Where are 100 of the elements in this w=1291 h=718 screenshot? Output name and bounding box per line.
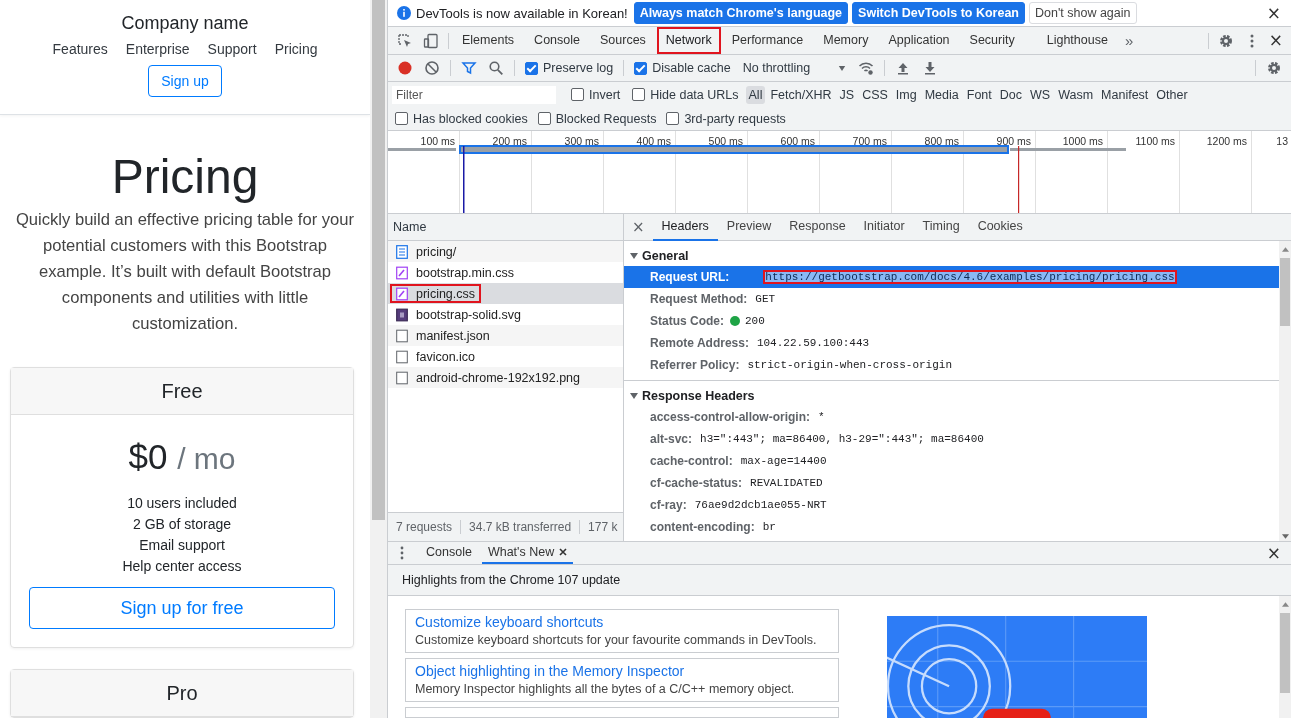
checkbox[interactable] <box>537 112 551 125</box>
scroll-down-icon[interactable] <box>1281 534 1289 539</box>
settings-icon[interactable] <box>1217 32 1234 49</box>
checkbox[interactable] <box>632 88 646 101</box>
column-header[interactable]: Name <box>388 214 623 241</box>
type-filter-button[interactable]: Wasm <box>1055 85 1097 104</box>
header-row[interactable]: alt-svc: h3=":443"; ma=86400, h3-29=":443"; ma=86400 <box>624 428 1279 450</box>
panel-tab[interactable]: Application <box>879 27 959 54</box>
checkbox[interactable] <box>571 88 584 101</box>
feature-card[interactable]: Customize keyboard shortcuts Customize keyboard shortcuts for your favourite commands in DevTools. <box>405 609 839 653</box>
scroll-thumb[interactable] <box>1280 613 1290 693</box>
request-row[interactable]: manifest.json <box>388 325 623 346</box>
close-icon[interactable] <box>559 548 568 556</box>
request-row[interactable]: android-chrome-192x192.png <box>388 367 623 388</box>
checkbox[interactable] <box>525 61 538 75</box>
selected-header-row[interactable]: Request URL: https://getbootstrap.com/docs/4.6/examples/pricing/pricing.css <box>624 266 1279 288</box>
request-row[interactable]: favicon.ico <box>388 346 623 367</box>
scroll-up-icon[interactable] <box>1281 602 1289 607</box>
section-title[interactable]: General <box>642 249 689 263</box>
detail-tab[interactable]: Preview <box>717 213 781 241</box>
request-row[interactable]: bootstrap.min.css <box>388 262 623 283</box>
detail-tab[interactable]: Response <box>780 213 855 241</box>
nav-link[interactable]: Pricing <box>274 40 318 58</box>
detail-tab[interactable]: Initiator <box>854 213 914 241</box>
infobar-button[interactable]: Don't show again <box>1029 2 1137 24</box>
request-row[interactable]: pricing/ <box>388 241 623 262</box>
drawer-tab[interactable]: Console <box>420 542 478 564</box>
panel-tab[interactable]: Memory <box>814 27 878 54</box>
checkbox[interactable] <box>395 112 408 125</box>
type-filter-button[interactable]: Font <box>963 85 995 104</box>
panel-tab[interactable]: Sources <box>591 27 655 54</box>
nav-link[interactable]: Features <box>52 40 108 58</box>
header-row[interactable]: cache-control: max-age=14400 <box>624 450 1279 472</box>
sign-up-button[interactable]: Sign up <box>148 65 222 97</box>
type-filter-button[interactable]: Img <box>892 85 920 104</box>
close-button[interactable]: × <box>1264 32 1287 49</box>
record-icon[interactable] <box>397 60 413 76</box>
type-filter-button[interactable]: JS <box>836 85 858 104</box>
header-row[interactable]: Remote Address: 104.22.59.100:443 <box>624 332 1279 354</box>
type-filter-button[interactable]: Doc <box>996 85 1025 104</box>
throttling-select[interactable]: No throttling <box>736 61 853 75</box>
close-button[interactable]: × <box>624 218 653 236</box>
scrollbar-track[interactable] <box>1279 596 1291 718</box>
type-filter-button[interactable]: Fetch/XHR <box>767 85 835 104</box>
lead-text: Quickly build an effective pricing table for your potential customers with this Bootstrap example. It’s built with default Bootstrap components and utilities with little customization. <box>14 209 356 335</box>
panel-tab[interactable]: Security <box>960 27 1024 54</box>
infobar-button[interactable]: Always match Chrome's language <box>633 2 849 24</box>
type-filter-button[interactable]: Media <box>921 85 962 104</box>
feature-link[interactable]: Object highlighting in the Memory Inspector <box>415 663 829 679</box>
header-row[interactable]: Request Method: GET <box>624 288 1279 310</box>
panel-tab[interactable]: Lighthouse <box>1037 27 1117 54</box>
header-row[interactable]: cf-ray: 76ae9d2dcb1ae055-NRT <box>624 494 1279 516</box>
scroll-thumb[interactable] <box>1280 258 1290 326</box>
header-row[interactable]: cf-cache-status: REVALIDATED <box>624 472 1279 494</box>
type-filter-button[interactable]: All <box>745 85 766 104</box>
close-button[interactable]: × <box>1262 544 1285 562</box>
network-conditions-icon[interactable] <box>858 60 875 76</box>
settings-icon[interactable] <box>1266 60 1282 76</box>
detail-tab[interactable]: Timing <box>913 213 969 241</box>
filter-icon[interactable] <box>461 60 477 76</box>
infobar-button[interactable]: Switch DevTools to Korean <box>852 2 1025 24</box>
header-row[interactable]: Referrer Policy: strict-origin-when-cross-origin <box>624 354 1279 376</box>
expand-triangle-icon[interactable] <box>630 392 638 400</box>
request-row[interactable]: bootstrap-solid.svg <box>388 304 623 325</box>
type-filter-button[interactable]: WS <box>1027 85 1054 104</box>
request-name: favicon.ico <box>390 347 482 366</box>
clear-icon[interactable] <box>424 60 440 76</box>
close-button[interactable]: × <box>1262 4 1285 22</box>
feature-link[interactable]: Customize keyboard shortcuts <box>415 614 829 630</box>
header-row[interactable]: access-control-allow-origin: * <box>624 406 1279 428</box>
nav-link[interactable]: Enterprise <box>125 40 190 58</box>
scrollbar[interactable] <box>370 0 387 718</box>
nav-link[interactable]: Support <box>207 40 257 58</box>
sign-up-free-button[interactable]: Sign up for free <box>29 587 335 629</box>
panel-tab[interactable]: Console <box>525 27 589 54</box>
feature-card[interactable]: Object highlighting in the Memory Inspector Memory Inspector highlights all the bytes of a C/C++ memory object. <box>405 658 839 702</box>
more-options-icon[interactable] <box>400 546 404 560</box>
type-filter-button[interactable]: Other <box>1153 85 1191 104</box>
time-tick-label: 13 <box>1275 134 1289 149</box>
checkbox[interactable] <box>634 61 648 75</box>
inspect-icon[interactable] <box>397 32 413 49</box>
filter-field[interactable]: Filter <box>392 85 556 104</box>
checkbox[interactable] <box>666 112 680 125</box>
panel-tab[interactable]: Performance <box>722 27 813 54</box>
scroll-up-icon[interactable] <box>1281 247 1289 252</box>
section-title[interactable]: Response Headers <box>642 389 755 403</box>
expand-triangle-icon[interactable] <box>630 252 638 260</box>
type-filter-button[interactable]: CSS <box>859 85 891 104</box>
panel-tab[interactable]: Network <box>656 27 721 54</box>
search-icon[interactable] <box>488 60 504 76</box>
scrollbar-track[interactable] <box>1279 241 1291 541</box>
detail-tab[interactable]: Cookies <box>968 213 1032 241</box>
request-row[interactable]: pricing.css <box>388 283 623 304</box>
panel-tab[interactable]: Elements <box>453 27 524 54</box>
more-tabs-button[interactable]: » <box>1118 32 1140 49</box>
type-filter-button[interactable]: Manifest <box>1098 85 1152 104</box>
header-row[interactable]: content-encoding: br <box>624 516 1279 538</box>
header-value: 104.22.59.100:443 <box>755 336 871 350</box>
device-icon[interactable] <box>423 32 439 49</box>
header-row[interactable]: Status Code: 200 <box>624 310 1279 332</box>
